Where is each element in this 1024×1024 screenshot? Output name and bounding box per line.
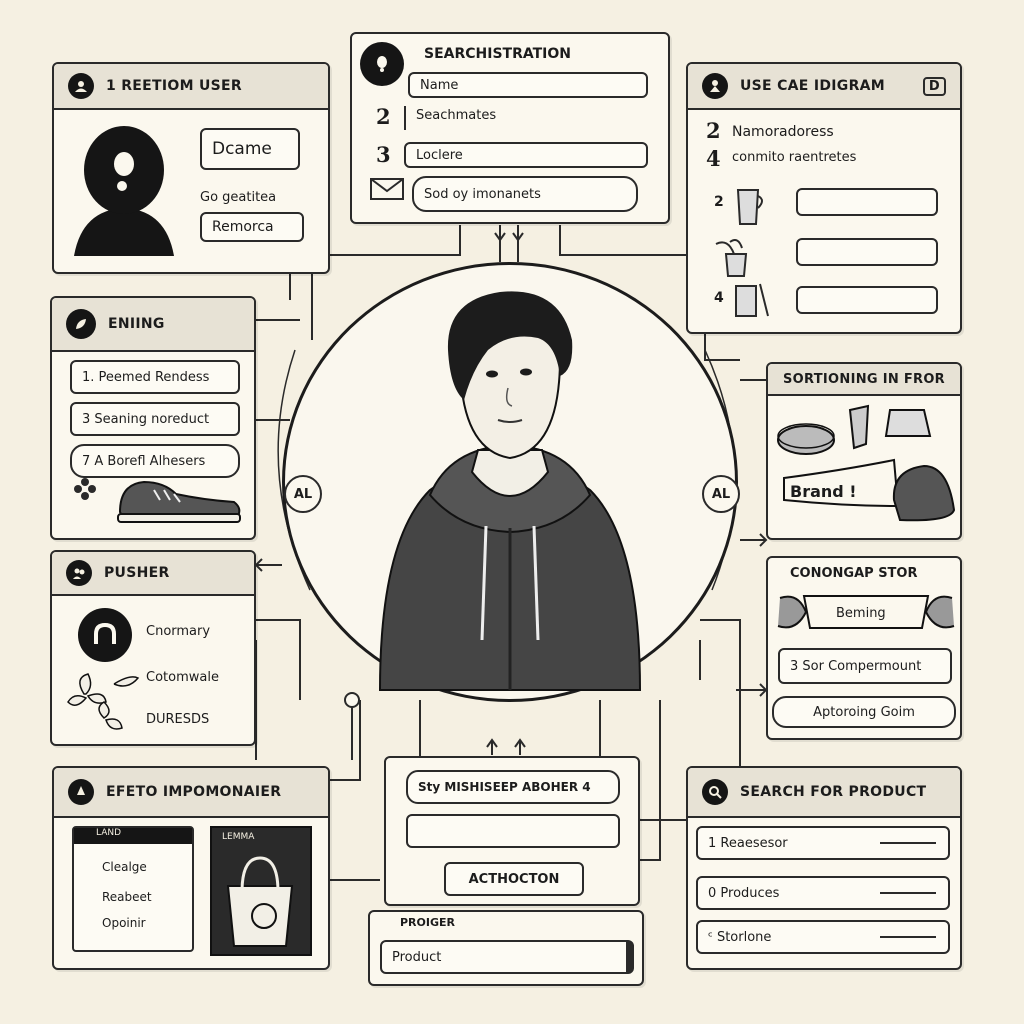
- panel-effeto-title: EFETO IMPOMONAIER: [106, 784, 282, 800]
- list-item[interactable]: Opoinir: [102, 916, 146, 930]
- panel-user-header: 1 REETIOM USER: [54, 64, 328, 110]
- person-illustration: [378, 291, 642, 691]
- conongap-field[interactable]: Aptoroing Goim: [772, 696, 956, 728]
- search-icon: [702, 779, 728, 805]
- center-empty-field[interactable]: [406, 814, 620, 848]
- item-line: [880, 892, 936, 894]
- panel-center: Sty MISHISEEP ABOHER 4 ACTHOCTON: [384, 756, 640, 906]
- item-field[interactable]: [796, 188, 938, 216]
- name-field[interactable]: Name: [408, 72, 648, 98]
- user-icon: [68, 73, 94, 99]
- bag-card-label: LEMMA: [222, 832, 255, 842]
- leaf-icon: [66, 309, 96, 339]
- banner-label: Beming: [836, 606, 886, 621]
- panel-effeto-header: EFETO IMPOMONAIER: [54, 768, 328, 818]
- panel-search-registration-title: SEARCHISTRATION: [424, 46, 571, 62]
- avatar: [74, 126, 174, 256]
- hub-left-tag: AL: [284, 475, 322, 513]
- ending-item[interactable]: 7 A Borefl Alhesers: [70, 444, 240, 478]
- panel-pusher-title: PUSHER: [104, 565, 170, 581]
- profile-icon: [78, 608, 132, 662]
- panel-conongap: CONONGAP STOR Beming 3 Sor Compermount A…: [766, 556, 962, 740]
- hub-right-tag: AL: [702, 475, 740, 513]
- group-icon: [66, 560, 92, 586]
- jar-icon: [735, 283, 769, 317]
- rocket-icon: [68, 779, 94, 805]
- step-number: 3: [376, 142, 391, 167]
- list-card-header: LAND: [74, 828, 192, 844]
- panel-use-case-title: USE CAE IDIGRAM: [740, 78, 886, 94]
- divider: [404, 106, 406, 130]
- plant-icon: [715, 239, 748, 277]
- panel-ending-header: ENIING: [52, 298, 254, 352]
- flower-icon: [74, 478, 96, 500]
- panel-use-case: USE CAE IDIGRAM D 2 Namoradoress 4 conmi…: [686, 62, 962, 334]
- panel-pusher: PUSHER Cnormary Cotomwale DURESDS: [50, 550, 256, 746]
- mail-icon: [370, 178, 404, 200]
- list-item[interactable]: Clealge: [102, 860, 147, 874]
- registration-icon: [360, 42, 404, 86]
- product-field[interactable]: Product: [380, 940, 634, 974]
- name-box[interactable]: Dcame: [200, 128, 300, 170]
- step-number: 2: [706, 118, 721, 143]
- step-number: 2: [376, 104, 391, 129]
- panel-sorting: SORTIONING IN FROR Brand !: [766, 362, 962, 540]
- row-text: Namoradoress: [732, 124, 834, 140]
- bag-icon: [226, 856, 294, 947]
- panel-conongap-title: CONONGAP STOR: [790, 566, 918, 581]
- location-field[interactable]: Loclere: [404, 142, 648, 168]
- remove-box[interactable]: Remorca: [200, 212, 304, 242]
- brand-label: Brand !: [790, 482, 857, 501]
- item-number: 2: [714, 194, 724, 210]
- panel-search-product-header: SEARCH FOR PRODUCT: [688, 768, 960, 818]
- row-text: conmito raentretes: [732, 150, 857, 165]
- panel-product-title: PROIGER: [400, 916, 455, 929]
- person-icon: [702, 73, 728, 99]
- list-item[interactable]: Reabeet: [102, 890, 152, 904]
- panel-use-case-header: USE CAE IDIGRAM D: [688, 64, 960, 110]
- action-button[interactable]: ACTHOCTON: [444, 862, 584, 896]
- pusher-line: DURESDS: [146, 712, 210, 727]
- item-line: [880, 936, 936, 938]
- sneaker-icon: [117, 480, 241, 523]
- step-number: 4: [706, 146, 721, 171]
- ending-item[interactable]: 3 Seaning noreduct: [70, 402, 240, 436]
- bottom-field[interactable]: Sod oy imonanets: [412, 176, 638, 212]
- conongap-field[interactable]: 3 Sor Compermount: [778, 648, 952, 684]
- panel-search-product-title: SEARCH FOR PRODUCT: [740, 784, 927, 800]
- panel-ending: ENIING 1. Peemed Rendess 3 Seaning nored…: [50, 296, 256, 540]
- row-text: Seachmates: [416, 108, 497, 123]
- item-field[interactable]: [796, 286, 938, 314]
- orchid-icon: [67, 673, 140, 730]
- pusher-line: Cnormary: [146, 624, 211, 639]
- cup-icon: [736, 189, 763, 225]
- bag-card: LEMMA: [210, 826, 312, 956]
- panel-search-registration: SEARCHISTRATION Name 2 Seachmates 3 Locl…: [350, 32, 670, 224]
- panel-ending-title: ENIING: [108, 316, 165, 332]
- panel-sorting-title: SORTIONING IN FROR: [783, 371, 945, 387]
- panel-search-product: SEARCH FOR PRODUCT 1 Reaesesor 0 Produce…: [686, 766, 962, 970]
- badge: D: [922, 76, 946, 96]
- item-field[interactable]: [796, 238, 938, 266]
- panel-product: PROIGER Product: [368, 910, 644, 986]
- panel-user-title: 1 REETIOM USER: [106, 78, 242, 94]
- center-field[interactable]: Sty MISHISEEP ABOHER 4: [406, 770, 620, 804]
- ending-item[interactable]: 1. Peemed Rendess: [70, 360, 240, 394]
- user-line: Go geatitea: [200, 190, 277, 205]
- pusher-line: Cotomwale: [146, 670, 219, 685]
- item-number: 4: [714, 290, 724, 306]
- list-card: LAND Clealge Reabeet Opoinir: [72, 826, 194, 952]
- panel-effeto: EFETO IMPOMONAIER LAND Clealge Reabeet O…: [52, 766, 330, 970]
- item-line: [880, 842, 936, 844]
- shoes-illustration: [777, 404, 956, 522]
- panel-pusher-header: PUSHER: [52, 552, 254, 596]
- panel-user: 1 REETIOM USER Dcame Go geatitea Remorca: [52, 62, 330, 274]
- panel-sorting-header: SORTIONING IN FROR: [768, 364, 960, 396]
